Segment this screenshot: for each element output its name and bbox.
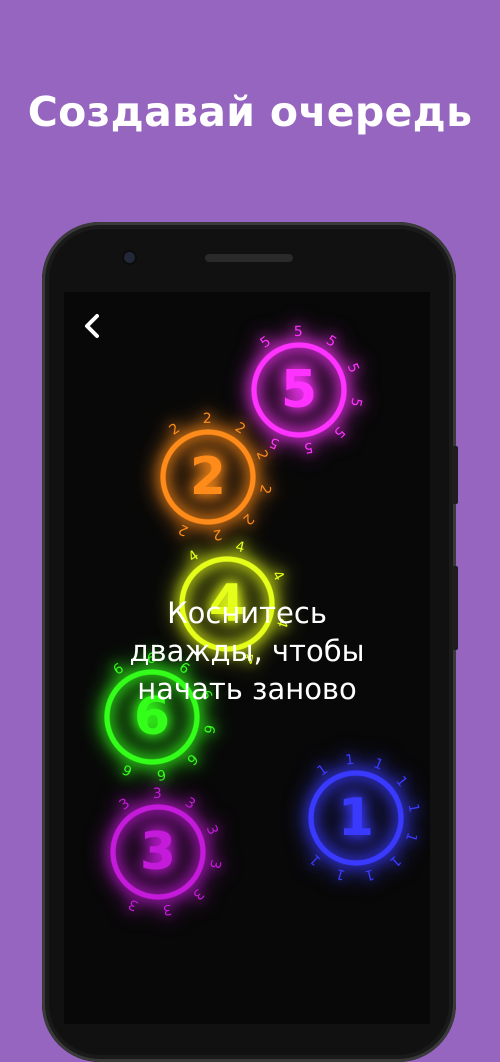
timer-2[interactable]: 22222222 2 — [158, 411, 273, 543]
tick-mark: 2 — [212, 526, 223, 543]
timer-label: 5 — [280, 360, 318, 420]
tick-mark: 6 — [200, 723, 218, 735]
earpiece-speaker — [205, 254, 293, 262]
restart-hint-line: дважды, чтобы — [129, 634, 365, 668]
restart-hint-line: начать заново — [137, 672, 357, 706]
tick-mark: 2 — [256, 483, 274, 495]
timer-5[interactable]: 55555555 5 — [249, 324, 364, 456]
timer-3[interactable]: 33333333 3 — [108, 786, 223, 918]
tick-mark: 5 — [347, 396, 365, 408]
back-button[interactable] — [76, 310, 108, 342]
tick-mark: 5 — [303, 439, 314, 456]
promo-headline: Создавай очередь — [27, 88, 473, 136]
timer-label: 1 — [337, 788, 375, 848]
tick-mark: 1 — [405, 802, 422, 814]
restart-hint-line: Коснитесь — [167, 596, 327, 630]
tick-mark: 2 — [203, 411, 212, 427]
timer-label: 2 — [189, 447, 227, 507]
tick-mark: 3 — [153, 786, 162, 802]
timer-label: 3 — [139, 822, 177, 882]
tick-mark: 6 — [156, 766, 167, 783]
app-screen[interactable]: 55555555 5 22222222 2 44444 4 66666666 6 — [64, 292, 430, 1024]
timer-1[interactable]: 1111111111 1 — [306, 752, 422, 883]
restart-hint: Коснитесь дважды, чтобы начать заново — [64, 594, 430, 708]
tick-mark: 5 — [294, 324, 303, 340]
tick-mark: 1 — [344, 752, 355, 769]
tick-mark: 3 — [162, 901, 173, 918]
phone-volume-button — [452, 446, 458, 504]
chevron-left-icon — [85, 314, 99, 338]
phone-power-button — [452, 566, 458, 650]
front-camera — [124, 252, 135, 263]
tick-mark: 1 — [363, 866, 375, 884]
tick-mark: 3 — [206, 858, 224, 870]
